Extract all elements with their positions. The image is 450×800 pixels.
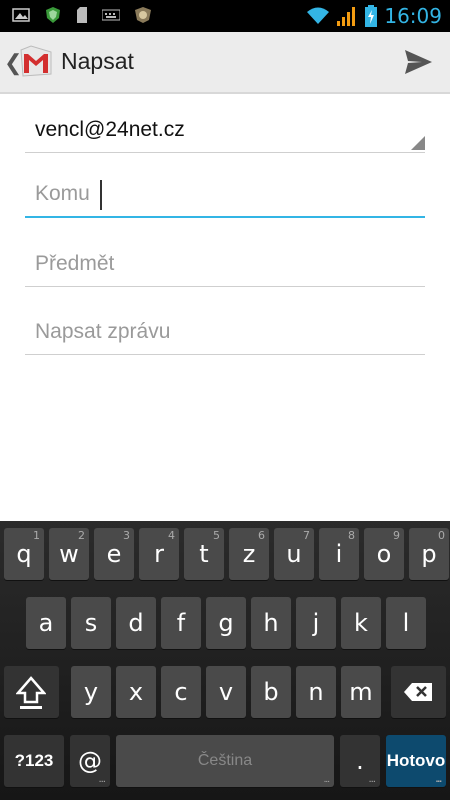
key-y[interactable]: y — [71, 666, 111, 718]
key-e[interactable]: e3 — [94, 528, 134, 580]
shield-app-icon — [46, 7, 60, 23]
subject-field[interactable]: Předmět — [25, 246, 425, 287]
send-icon[interactable] — [402, 46, 434, 78]
key-number-hint: 0 — [438, 529, 445, 542]
key-n[interactable]: n — [296, 666, 336, 718]
key-w[interactable]: w2 — [49, 528, 89, 580]
status-bar: 16:09 — [0, 0, 450, 32]
key-label: h — [263, 609, 279, 637]
key-number-hint: 7 — [303, 529, 310, 542]
key-label: o — [376, 540, 392, 568]
key-d[interactable]: d — [116, 597, 156, 649]
key-label: g — [218, 609, 234, 637]
key-t[interactable]: t5 — [184, 528, 224, 580]
key-number-hint: 2 — [78, 529, 85, 542]
wifi-icon — [307, 7, 330, 24]
key-label: w — [59, 540, 79, 568]
key-i[interactable]: i8 — [319, 528, 359, 580]
gmail-logo-icon[interactable] — [17, 44, 53, 78]
backspace-icon — [404, 683, 432, 701]
key-v[interactable]: v — [206, 666, 246, 718]
key-s[interactable]: s — [71, 597, 111, 649]
key-label: e — [106, 540, 122, 568]
subject-placeholder: Předmět — [35, 252, 115, 275]
key-label: y — [83, 678, 99, 706]
key-u[interactable]: u7 — [274, 528, 314, 580]
key-label: d — [128, 609, 144, 637]
delete-key[interactable] — [391, 666, 446, 718]
key-o[interactable]: o9 — [364, 528, 404, 580]
key-f[interactable]: f — [161, 597, 201, 649]
key-label: i — [335, 540, 343, 568]
key-number-hint: 1 — [33, 529, 40, 542]
shift-arrow-icon — [16, 676, 46, 709]
key-c[interactable]: c — [161, 666, 201, 718]
key-j[interactable]: j — [296, 597, 336, 649]
key-b[interactable]: b — [251, 666, 291, 718]
key-p[interactable]: p0 — [409, 528, 449, 580]
key-label: t — [199, 540, 209, 568]
key-label: f — [176, 609, 186, 637]
key-label: l — [402, 609, 410, 637]
key-number-hint: 5 — [213, 529, 220, 542]
key-q[interactable]: q1 — [4, 528, 44, 580]
from-account-selector[interactable]: vencl@24net.cz — [25, 112, 425, 153]
page-title: Napsat — [61, 48, 134, 74]
keyboard-notification-icon — [102, 9, 120, 21]
at-key[interactable]: @ ... — [70, 735, 110, 787]
key-label: k — [354, 609, 368, 637]
shift-key[interactable] — [4, 666, 59, 718]
signal-icon — [337, 7, 356, 26]
key-label: v — [218, 678, 234, 706]
key-label: x — [128, 678, 144, 706]
key-number-hint: 4 — [168, 529, 175, 542]
key-label: b — [263, 678, 279, 706]
key-label: c — [174, 678, 188, 706]
key-label: u — [286, 540, 302, 568]
action-bar: ❮ Napsat — [0, 32, 450, 94]
body-field[interactable]: Napsat zprávu — [25, 314, 425, 355]
dropdown-corner-icon — [411, 136, 425, 150]
body-placeholder: Napsat zprávu — [35, 320, 171, 343]
key-number-hint: 8 — [348, 529, 355, 542]
key-r[interactable]: r4 — [139, 528, 179, 580]
clock: 16:09 — [384, 4, 442, 28]
done-key[interactable]: Hotovo ... — [386, 735, 446, 787]
key-label: q — [16, 540, 32, 568]
key-label: n — [308, 678, 324, 706]
key-label: z — [242, 540, 256, 568]
period-key[interactable]: . ... — [340, 735, 380, 787]
soft-keyboard: ?123 @ ... Čeština ... . ... Hotovo ... … — [0, 521, 450, 800]
key-a[interactable]: a — [26, 597, 66, 649]
key-z[interactable]: z6 — [229, 528, 269, 580]
key-number-hint: 6 — [258, 529, 265, 542]
battery-charging-icon — [365, 5, 378, 27]
key-h[interactable]: h — [251, 597, 291, 649]
key-label: j — [312, 609, 320, 637]
key-l[interactable]: l — [386, 597, 426, 649]
key-label: a — [38, 609, 54, 637]
key-m[interactable]: m — [341, 666, 381, 718]
key-label: m — [349, 678, 373, 706]
image-notification-icon — [12, 8, 30, 22]
key-g[interactable]: g — [206, 597, 246, 649]
key-k[interactable]: k — [341, 597, 381, 649]
to-placeholder: Komu — [35, 182, 90, 205]
key-label: r — [154, 540, 164, 568]
from-address: vencl@24net.cz — [35, 118, 185, 141]
key-number-hint: 3 — [123, 529, 130, 542]
symbols-key[interactable]: ?123 — [4, 735, 64, 787]
badge-app-icon — [135, 7, 151, 23]
sd-card-icon — [77, 7, 87, 23]
to-field[interactable]: Komu — [25, 176, 425, 218]
key-x[interactable]: x — [116, 666, 156, 718]
text-cursor — [100, 180, 102, 210]
key-label: p — [421, 540, 437, 568]
space-key[interactable]: Čeština ... — [116, 735, 334, 787]
key-number-hint: 9 — [393, 529, 400, 542]
key-label: s — [84, 609, 98, 637]
